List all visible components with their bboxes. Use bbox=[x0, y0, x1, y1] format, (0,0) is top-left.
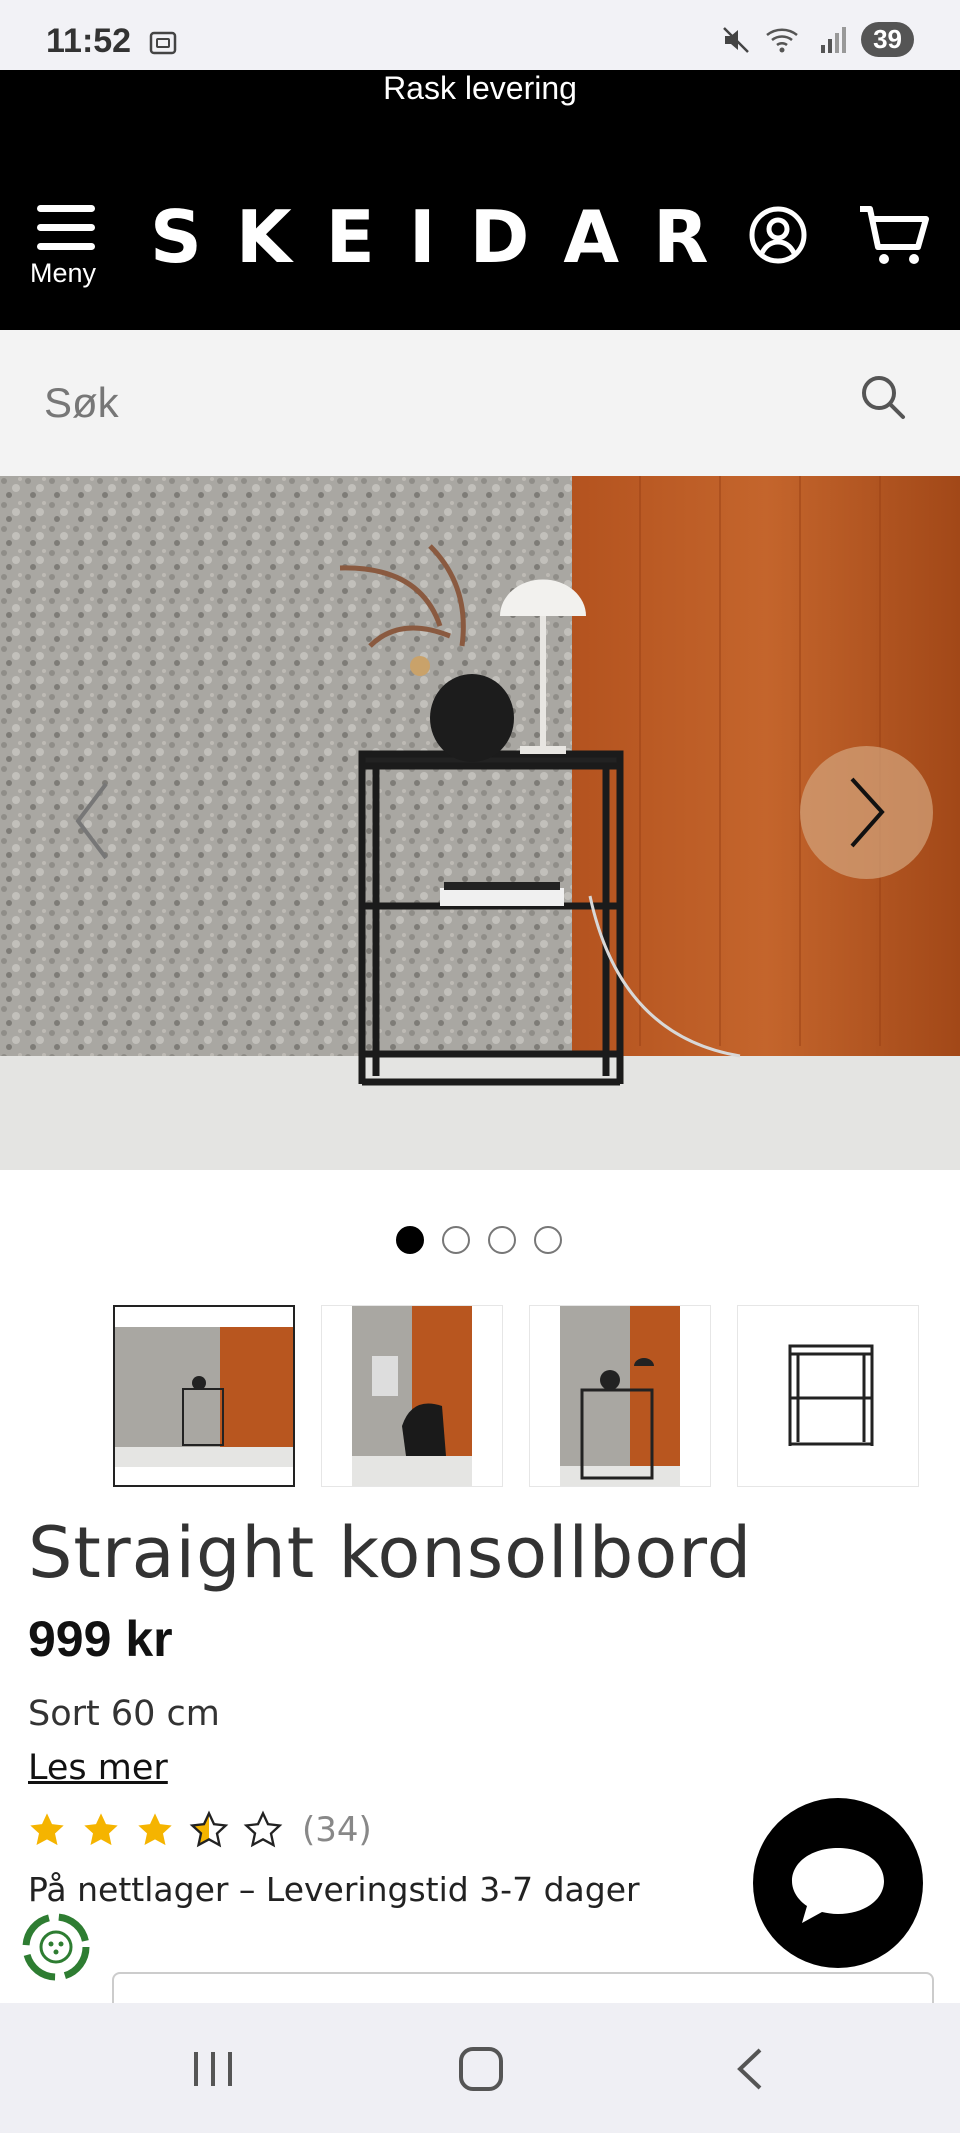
recycle-badge-icon[interactable] bbox=[14, 1905, 98, 1989]
product-rating[interactable]: (34) bbox=[26, 1810, 372, 1850]
carousel-dot[interactable] bbox=[442, 1226, 470, 1254]
menu-label: Meny bbox=[30, 258, 97, 288]
empty-star-icon bbox=[243, 1810, 283, 1848]
status-time: 11:52 bbox=[46, 22, 132, 60]
menu-button[interactable]: Meny bbox=[30, 205, 110, 305]
next-image-button[interactable] bbox=[800, 746, 933, 879]
star-icon bbox=[30, 1813, 64, 1846]
thumbnail-image bbox=[352, 1306, 472, 1486]
promo-banner[interactable]: Rask levering bbox=[0, 70, 960, 107]
chevron-left-icon[interactable] bbox=[68, 776, 118, 866]
thumbnail[interactable] bbox=[529, 1305, 711, 1487]
hamburger-icon bbox=[30, 205, 110, 250]
carousel-dots bbox=[0, 1226, 960, 1254]
screenshot-icon bbox=[149, 31, 177, 55]
thumbnail[interactable] bbox=[113, 1305, 295, 1487]
chat-button[interactable] bbox=[753, 1798, 923, 1968]
thumbnail-image bbox=[560, 1306, 680, 1486]
logo[interactable]: SKEIDAR bbox=[150, 195, 743, 279]
stock-status: På nettlager – Leveringstid 3-7 dager bbox=[28, 1870, 640, 1909]
search-icon[interactable] bbox=[858, 372, 908, 422]
cart-icon[interactable] bbox=[858, 203, 930, 269]
product-price: 999 kr bbox=[28, 1611, 173, 1667]
carousel-dot[interactable] bbox=[534, 1226, 562, 1254]
thumbnail[interactable] bbox=[321, 1305, 503, 1487]
search-input[interactable] bbox=[44, 375, 824, 431]
signal-icon bbox=[821, 26, 847, 53]
wifi-icon bbox=[766, 27, 798, 52]
star-icon bbox=[138, 1813, 172, 1846]
product-title: Straight konsollbord bbox=[28, 1512, 753, 1594]
status-bar: 11:52 39 bbox=[0, 0, 960, 70]
carousel-dot[interactable] bbox=[396, 1226, 424, 1254]
thumbnail-strip bbox=[113, 1305, 919, 1487]
recent-apps-icon[interactable] bbox=[190, 2050, 236, 2088]
read-more-link[interactable]: Les mer bbox=[28, 1748, 168, 1788]
carousel-dot[interactable] bbox=[488, 1226, 516, 1254]
chevron-right-icon bbox=[850, 777, 885, 848]
battery-indicator: 39 bbox=[861, 22, 914, 57]
home-icon[interactable] bbox=[458, 2046, 504, 2092]
chat-bubble-icon bbox=[792, 1848, 884, 1923]
search-bar bbox=[0, 330, 960, 476]
mute-icon bbox=[723, 26, 749, 53]
status-icons: 39 bbox=[721, 22, 914, 57]
thumbnail-image bbox=[788, 1344, 874, 1446]
thumbnail[interactable] bbox=[737, 1305, 919, 1487]
product-variant: Sort 60 cm bbox=[28, 1694, 220, 1734]
star-icon bbox=[84, 1813, 118, 1846]
back-icon[interactable] bbox=[732, 2046, 768, 2092]
user-circle-icon[interactable] bbox=[748, 205, 808, 265]
review-count[interactable]: (34) bbox=[302, 1810, 372, 1850]
half-star-icon bbox=[189, 1810, 229, 1848]
product-image-carousel[interactable] bbox=[0, 476, 960, 1170]
thumbnail-image bbox=[115, 1327, 293, 1467]
